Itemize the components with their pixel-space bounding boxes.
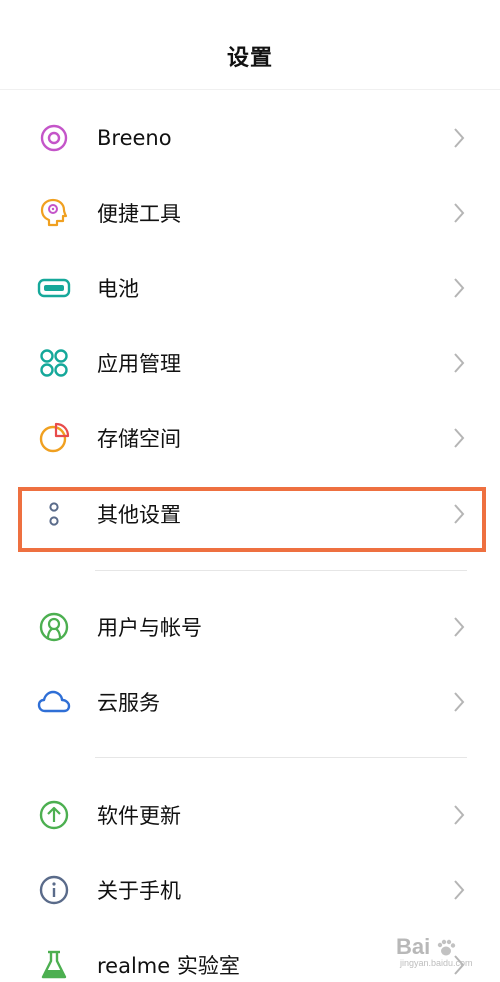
settings-item-label: 存储空间 xyxy=(97,427,181,451)
settings-item-label: 云服务 xyxy=(97,691,160,715)
cloud-icon xyxy=(36,684,72,720)
chevron-right-icon xyxy=(452,276,466,300)
settings-item-label: 电池 xyxy=(97,277,139,301)
watermark-logo: Bai xyxy=(396,934,431,959)
head-tool-icon xyxy=(36,195,72,231)
settings-item-storage[interactable]: 存储空间 xyxy=(0,402,500,474)
highlight-box xyxy=(18,487,486,552)
chevron-right-icon xyxy=(452,426,466,450)
settings-item-battery[interactable]: 电池 xyxy=(0,252,500,324)
settings-item-cloud-service[interactable]: 云服务 xyxy=(0,666,500,738)
settings-item-label: 关于手机 xyxy=(97,879,181,903)
settings-item-software-update[interactable]: 软件更新 xyxy=(0,779,500,851)
section-divider xyxy=(95,757,467,758)
battery-icon xyxy=(36,270,72,306)
chevron-right-icon xyxy=(452,878,466,902)
flask-icon xyxy=(36,947,72,982)
page-title: 设置 xyxy=(226,46,273,71)
breeno-icon xyxy=(36,120,72,156)
settings-item-app-management[interactable]: 应用管理 xyxy=(0,327,500,399)
settings-screen: 设置 Breeno 便捷工具 电池 应用管理 存储空间 其他设置 用户与帐号 云… xyxy=(0,0,500,982)
paw-icon xyxy=(436,938,456,958)
section-divider xyxy=(95,570,467,571)
chevron-right-icon xyxy=(452,803,466,827)
header-bar: 设置 xyxy=(0,0,500,90)
settings-item-label: Breeno xyxy=(97,126,172,150)
settings-item-label: 软件更新 xyxy=(97,804,181,828)
watermark-url: jingyan.baidu.com xyxy=(400,958,473,968)
settings-item-label: realme 实验室 xyxy=(97,954,240,978)
settings-item-convenience-tools[interactable]: 便捷工具 xyxy=(0,177,500,249)
chevron-right-icon xyxy=(452,201,466,225)
chevron-right-icon xyxy=(452,126,466,150)
storage-pie-icon xyxy=(36,420,72,456)
app-grid-icon xyxy=(36,345,72,381)
settings-item-about-phone[interactable]: 关于手机 xyxy=(0,854,500,926)
chevron-right-icon xyxy=(452,615,466,639)
settings-item-label: 应用管理 xyxy=(97,352,181,376)
watermark: Bai jingyan.baidu.com xyxy=(396,934,492,968)
settings-item-users-accounts[interactable]: 用户与帐号 xyxy=(0,591,500,663)
update-arrow-icon xyxy=(36,797,72,833)
settings-item-label: 用户与帐号 xyxy=(97,616,202,640)
chevron-right-icon xyxy=(452,690,466,714)
settings-item-label: 便捷工具 xyxy=(97,202,181,226)
settings-item-breeno[interactable]: Breeno xyxy=(0,102,500,174)
chevron-right-icon xyxy=(452,351,466,375)
user-icon xyxy=(36,609,72,645)
info-icon xyxy=(36,872,72,908)
